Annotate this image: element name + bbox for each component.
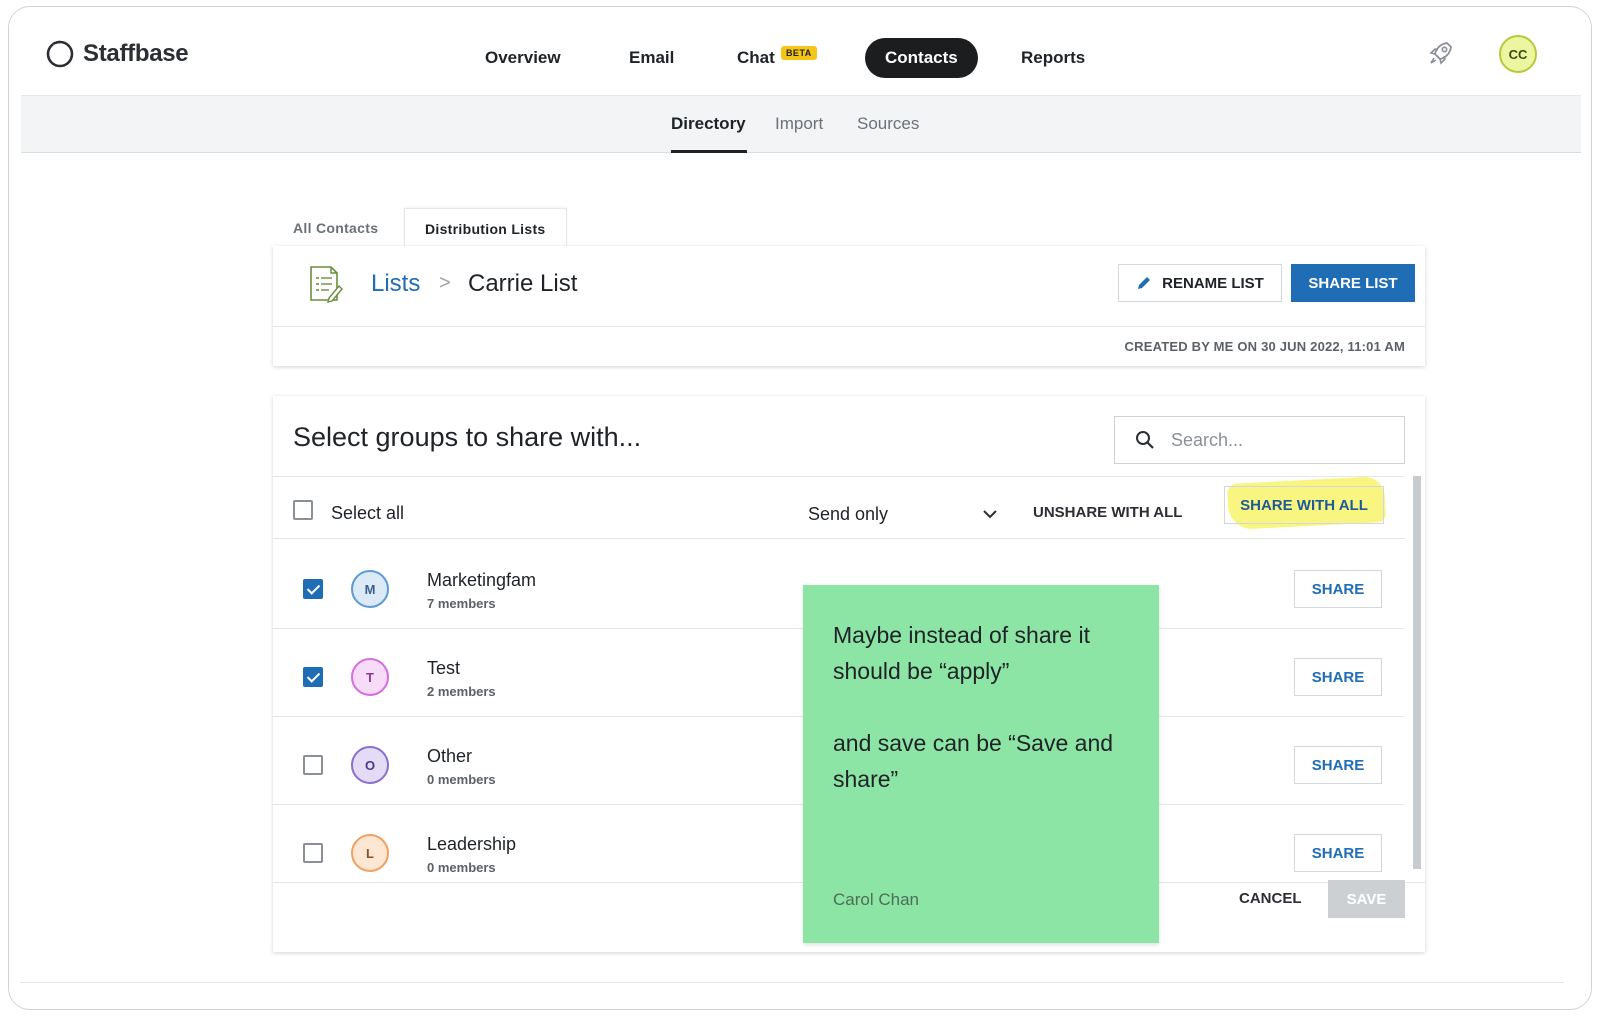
cancel-button[interactable]: CANCEL (1239, 890, 1302, 907)
divider (273, 326, 1425, 327)
breadcrumb-lists-link[interactable]: Lists (371, 270, 420, 298)
group-name: Marketingfam (427, 570, 537, 590)
avatar: M (351, 570, 389, 608)
nav-chat-label: Chat (737, 48, 775, 67)
share-list-button[interactable]: SHARE LIST (1291, 264, 1415, 302)
group-member-count: 0 members (427, 772, 496, 787)
search-input[interactable] (1171, 429, 1391, 451)
subnav-import[interactable]: Import (775, 114, 823, 134)
list-header-card: Lists > Carrie List RENAME LIST SHARE LI… (273, 246, 1425, 366)
subnav-directory[interactable]: Directory (671, 114, 746, 134)
list-title: Carrie List (468, 270, 578, 297)
beta-badge: BETA (780, 46, 817, 60)
app-name: Staffbase (83, 40, 189, 67)
share-panel-title: Select groups to share with... (293, 422, 642, 452)
group-member-count: 7 members (427, 596, 496, 611)
nav-chat[interactable]: Chat BETA (737, 38, 817, 78)
unshare-with-all-button[interactable]: UNSHARE WITH ALL (1033, 504, 1182, 521)
created-info: CREATED BY ME ON 30 JUN 2022, 11:01 AM (1124, 339, 1405, 354)
group-checkbox[interactable] (303, 667, 323, 687)
avatar: T (351, 658, 389, 696)
tab-all-contacts[interactable]: All Contacts (273, 208, 398, 246)
group-name: Other (427, 746, 473, 766)
group-member-count: 0 members (427, 860, 496, 875)
select-all-checkbox[interactable] (293, 500, 313, 520)
save-button[interactable]: SAVE (1328, 880, 1405, 918)
divider (20, 982, 1564, 983)
active-tab-underline (671, 150, 747, 153)
nav-email[interactable]: Email (629, 38, 674, 78)
group-checkbox[interactable] (303, 579, 323, 599)
chevron-down-icon (983, 510, 997, 519)
nav-overview[interactable]: Overview (485, 38, 561, 78)
sticky-note[interactable]: Maybe instead of share it should be “app… (803, 585, 1159, 943)
tab-distribution-lists[interactable]: Distribution Lists (404, 208, 567, 246)
rocket-icon[interactable] (1427, 39, 1455, 67)
share-button[interactable]: SHARE (1294, 658, 1382, 696)
pencil-icon (1138, 277, 1151, 289)
rename-list-label: RENAME LIST (1162, 274, 1264, 292)
avatar: L (351, 834, 389, 872)
group-name: Leadership (427, 834, 517, 854)
group-checkbox[interactable] (303, 843, 323, 863)
search-box[interactable] (1114, 416, 1405, 464)
sticky-note-text: Maybe instead of share it should be “app… (833, 622, 1114, 792)
subnav-sources[interactable]: Sources (857, 114, 919, 134)
permission-value: Send only (808, 503, 889, 524)
sticky-note-author: Carol Chan (833, 890, 919, 909)
divider (273, 538, 1405, 539)
group-member-count: 2 members (427, 684, 496, 699)
share-button[interactable]: SHARE (1294, 570, 1382, 608)
share-button[interactable]: SHARE (1294, 746, 1382, 784)
search-icon (1136, 431, 1154, 449)
group-name: Test (427, 658, 461, 678)
share-button[interactable]: SHARE (1294, 834, 1382, 872)
staffbase-logo-icon (46, 40, 74, 68)
list-document-icon (310, 266, 343, 303)
sub-navigation: Directory Import Sources (21, 95, 1581, 153)
nav-reports[interactable]: Reports (1021, 38, 1085, 78)
divider (273, 476, 1405, 477)
top-navigation: Staffbase Overview Email Chat BETA Conta… (9, 7, 1591, 95)
nav-contacts[interactable]: Contacts (865, 38, 978, 78)
group-checkbox[interactable] (303, 755, 323, 775)
permission-dropdown[interactable]: Send only (808, 496, 998, 532)
avatar: O (351, 746, 389, 784)
staffbase-logo[interactable]: Staffbase (45, 39, 189, 69)
breadcrumb-separator: > (439, 272, 451, 294)
select-all-label: Select all (331, 503, 405, 523)
rename-list-button[interactable]: RENAME LIST (1118, 264, 1282, 302)
scrollbar[interactable] (1413, 476, 1421, 869)
share-with-all-button[interactable]: SHARE WITH ALL (1224, 486, 1384, 524)
user-avatar[interactable]: CC (1499, 35, 1537, 73)
